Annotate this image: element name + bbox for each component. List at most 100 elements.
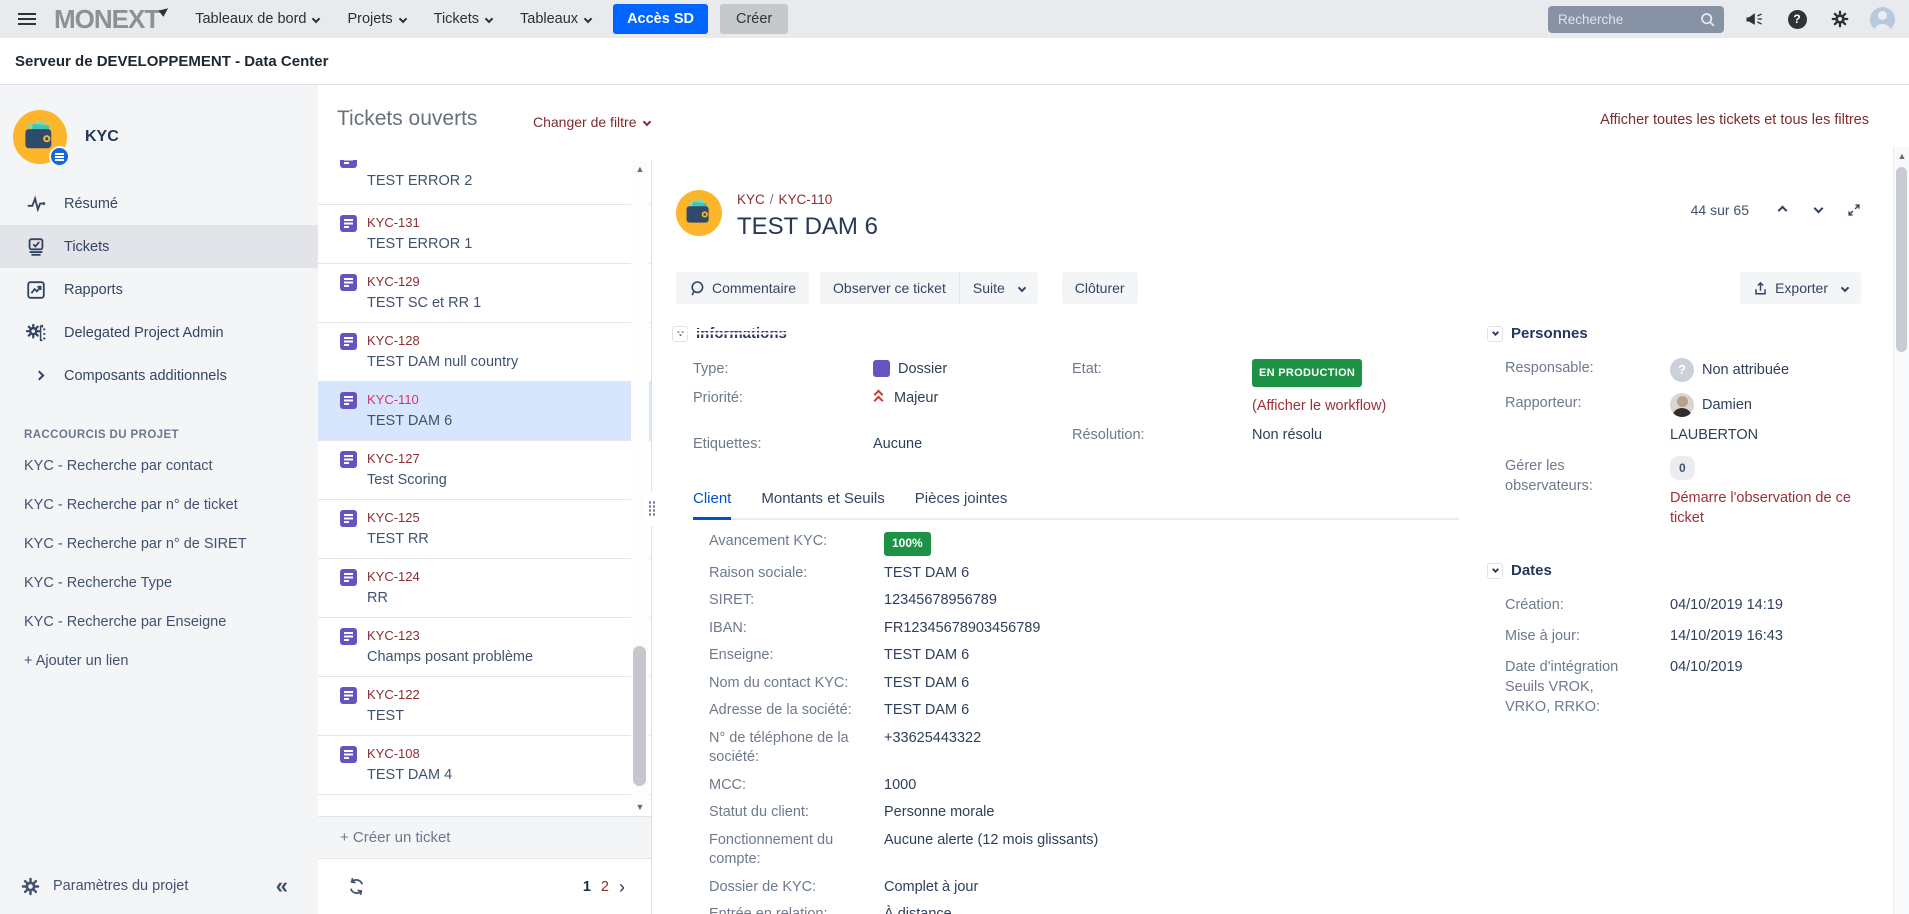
create-ticket-button[interactable]: + Créer un ticket (318, 816, 651, 858)
acces-sd-button[interactable]: Accès SD (613, 4, 708, 34)
sidebar-item-label: Delegated Project Admin (64, 325, 224, 341)
sidebar-item-resume[interactable]: Résumé (0, 182, 318, 225)
change-filter-button[interactable]: Changer de filtre (533, 114, 650, 130)
search-input[interactable] (1558, 12, 1699, 27)
settings-icon[interactable] (1827, 6, 1853, 32)
collapse-informations-icon[interactable] (672, 326, 688, 342)
export-icon (1753, 281, 1768, 296)
shortcut-recherche-contact[interactable]: KYC - Recherche par contact (0, 447, 318, 486)
shortcut-recherche-enseigne[interactable]: KYC - Recherche par Enseigne (0, 603, 318, 642)
project-settings-button[interactable]: Paramètres du projet (53, 878, 188, 894)
list-scrollbar[interactable]: ▲ ▼ (631, 162, 649, 814)
sidebar-item-delegated-project-admin[interactable]: Delegated Project Admin (0, 311, 318, 354)
type-value: Dossier (898, 359, 947, 379)
ticket-list-item-kyc-108[interactable]: KYC-108 TEST DAM 4 (318, 736, 651, 795)
announcements-icon[interactable] (1741, 6, 1767, 32)
sidebar-item-tickets[interactable]: Tickets (0, 225, 318, 268)
monext-logo: MONEXT (54, 4, 169, 35)
ticket-type-icon (340, 215, 357, 232)
field-value: Aucune alerte (12 mois glissants) (884, 831, 1349, 870)
ticket-list-item-kyc-131[interactable]: KYC-131 TEST ERROR 1 (318, 205, 651, 264)
ticket-pager-controls: 44 sur 65 (1691, 202, 1861, 218)
list-scrollbar-thumb[interactable] (633, 646, 646, 786)
pagination-page-2[interactable]: 2 (601, 879, 609, 895)
scroll-down-icon[interactable]: ▼ (631, 802, 649, 812)
more-button[interactable]: Suite (960, 272, 1038, 304)
detail-tabs: Client Montants et Seuils Pièces jointes (693, 490, 1459, 520)
shortcut-recherche-ticket[interactable]: KYC - Recherche par n° de ticket (0, 486, 318, 525)
watchers-count-badge: 0 (1670, 456, 1695, 480)
page-scrollbar[interactable]: ▲ (1893, 147, 1909, 914)
ticket-type-icon (340, 333, 357, 350)
watch-button[interactable]: Observer ce ticket (820, 272, 960, 304)
tab-client[interactable]: Client (693, 490, 731, 520)
ticket-type-icon (340, 451, 357, 468)
field-value: À distance (884, 905, 1349, 914)
sidebar-footer: Paramètres du projet « (0, 858, 318, 914)
field-value: TEST DAM 6 (884, 674, 1349, 694)
shortcuts-title: RACCOURCIS DU PROJET (0, 429, 318, 441)
ticket-list-item-clipped[interactable]: TEST ERROR 2 (318, 160, 651, 205)
nav-item-tickets[interactable]: Tickets (434, 11, 492, 27)
shortcut-recherche-type[interactable]: KYC - Recherche Type (0, 564, 318, 603)
search-icon[interactable] (1699, 11, 1716, 28)
ticket-title: TEST DAM 6 (737, 213, 878, 241)
scroll-up-icon[interactable]: ▲ (1894, 151, 1909, 161)
ticket-list-item-kyc-122[interactable]: KYC-122 TEST (318, 677, 651, 736)
page-scrollbar-thumb[interactable] (1896, 167, 1907, 352)
breadcrumb-key-link[interactable]: KYC-110 (779, 192, 833, 207)
ticket-list-item-kyc-110-selected[interactable]: KYC-110 TEST DAM 6 (318, 382, 651, 441)
sidebar-item-composants-additionnels[interactable]: Composants additionnels (0, 354, 318, 397)
informations-title: Informations (696, 325, 787, 342)
nav-item-projets[interactable]: Projets (347, 11, 405, 27)
pagination-page-1[interactable]: 1 (583, 879, 591, 895)
ticket-list-item-kyc-125[interactable]: KYC-125 TEST RR (318, 500, 651, 559)
refresh-icon[interactable] (346, 876, 367, 897)
ticket-list-item-kyc-127[interactable]: KYC-127 Test Scoring (318, 441, 651, 500)
environment-banner: Serveur de DEVELOPPEMENT - Data Center (0, 38, 1909, 85)
scroll-up-icon[interactable]: ▲ (631, 164, 649, 174)
collapse-people-icon[interactable] (1487, 326, 1503, 342)
sidebar-item-label: Rapports (64, 282, 123, 298)
ticket-list-item-kyc-124[interactable]: KYC-124 RR (318, 559, 651, 618)
previous-ticket-button[interactable] (1775, 203, 1789, 217)
collapse-sidebar-button[interactable]: « (276, 873, 288, 899)
comment-button[interactable]: Commentaire (676, 272, 809, 304)
start-watching-link[interactable]: Démarre l'observation de ce ticket (1670, 488, 1860, 528)
ticket-type-icon (340, 160, 357, 168)
ticket-list-item-kyc-129[interactable]: KYC-129 TEST SC et RR 1 (318, 264, 651, 323)
ticket-list-item-kyc-128[interactable]: KYC-128 TEST DAM null country (318, 323, 651, 382)
ticket-avatar (676, 190, 722, 236)
updated-value: 14/10/2019 16:43 (1670, 626, 1860, 646)
pagination-next-icon[interactable]: › (619, 880, 625, 894)
main-menu: Tableaux de bord Projets Tickets Tableau… (195, 11, 591, 27)
hamburger-menu-icon[interactable] (14, 6, 40, 32)
top-navbar: MONEXT Tableaux de bord Projets Tickets … (0, 0, 1909, 38)
shortcut-recherche-siret[interactable]: KYC - Recherche par n° de SIRET (0, 525, 318, 564)
next-ticket-button[interactable] (1811, 203, 1825, 217)
people-title: Personnes (1511, 325, 1588, 342)
search-box[interactable] (1548, 6, 1724, 33)
nav-item-tableaux-de-bord[interactable]: Tableaux de bord (195, 11, 319, 27)
project-header: KYC (0, 85, 318, 164)
export-button[interactable]: Exporter (1740, 272, 1861, 304)
creer-button[interactable]: Créer (720, 4, 788, 34)
user-avatar[interactable] (1870, 7, 1895, 32)
sidebar-item-rapports[interactable]: Rapports (0, 268, 318, 311)
close-ticket-button[interactable]: Clôturer (1062, 272, 1138, 304)
collapse-dates-icon[interactable] (1487, 563, 1503, 579)
ticket-type-icon (340, 746, 357, 763)
show-all-filters-link[interactable]: Afficher toutes les tickets et tous les … (1600, 112, 1869, 128)
panel-drag-handle[interactable] (646, 492, 659, 526)
nav-item-tableaux[interactable]: Tableaux (520, 11, 591, 27)
tab-montants-et-seuils[interactable]: Montants et Seuils (761, 490, 884, 518)
list-footer: 1 2 › (318, 858, 651, 914)
tab-pieces-jointes[interactable]: Pièces jointes (915, 490, 1008, 518)
ticket-type-icon (340, 510, 357, 527)
breadcrumb-project-link[interactable]: KYC (737, 192, 765, 207)
expand-icon[interactable] (1847, 203, 1861, 217)
help-icon[interactable]: ? (1784, 6, 1810, 32)
add-link-button[interactable]: + Ajouter un lien (0, 642, 318, 681)
show-workflow-link[interactable]: (Afficher le workflow) (1252, 396, 1386, 416)
ticket-list-item-kyc-123[interactable]: KYC-123 Champs posant problème (318, 618, 651, 677)
